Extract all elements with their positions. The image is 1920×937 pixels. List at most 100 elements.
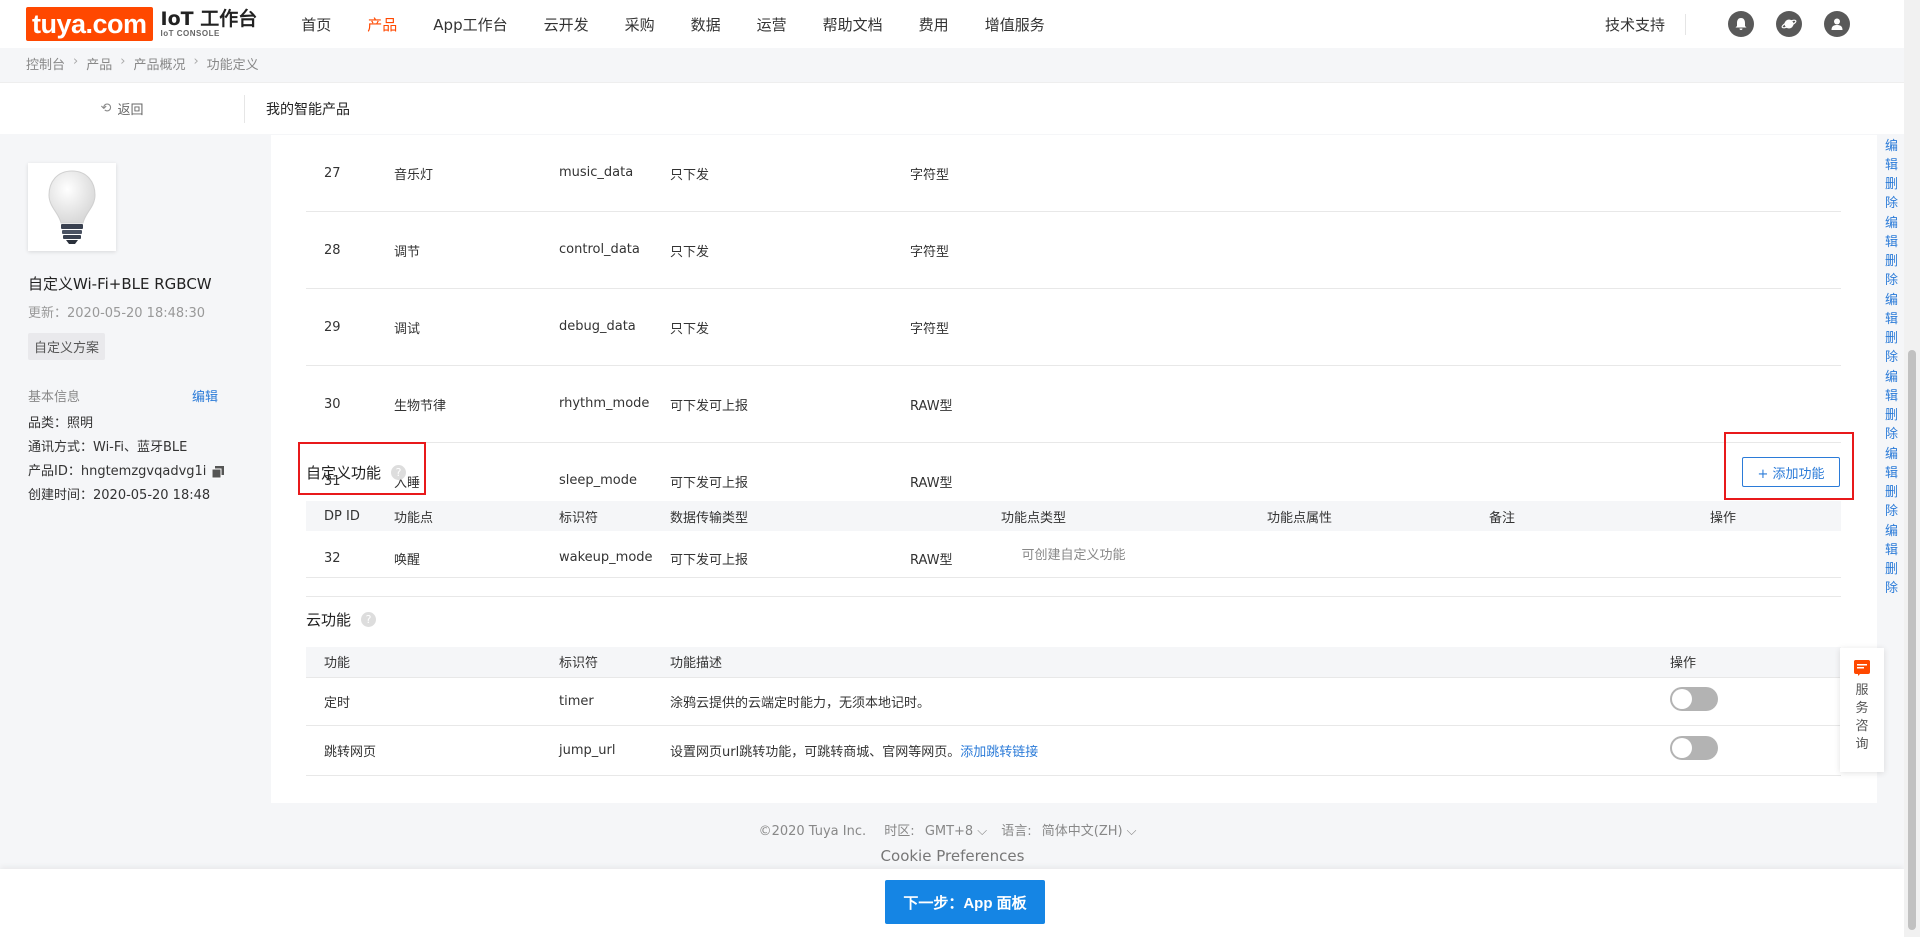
timezone-label: 时区: <box>884 824 915 839</box>
planet-icon[interactable] <box>1776 11 1802 37</box>
console-title: IoT 工作台 <box>160 8 258 30</box>
nav-item-5[interactable]: 数据 <box>691 14 721 35</box>
bottom-action-bar: 下一步：App 面板 <box>0 869 1904 937</box>
toggle-cell <box>1670 677 1841 725</box>
tuya-logo[interactable]: tuya.com IoT 工作台 IoT CONSOLE <box>26 7 257 41</box>
next-step-button[interactable]: 下一步：App 面板 <box>885 880 1045 924</box>
user-avatar-icon[interactable] <box>1824 11 1850 37</box>
delete-link[interactable]: 删除 <box>1885 562 1898 596</box>
chevron-down-icon: ⌵ <box>1126 824 1137 839</box>
protocol-info: 通讯方式：Wi-Fi、蓝牙BLE <box>28 440 188 455</box>
service-consult-label: 服务咨询 <box>1855 683 1869 752</box>
empty-hint: 可创建自定义功能 <box>306 531 1841 578</box>
cloud-function-name: 定时 <box>324 695 351 711</box>
delete-link[interactable]: 删除 <box>1885 254 1898 288</box>
chevron-right-icon: › <box>193 54 199 69</box>
column-header: 功能点 <box>394 510 434 526</box>
transfer-type-cell: 只下发 <box>670 244 710 260</box>
back-label: 返回 <box>117 103 144 118</box>
enable-toggle[interactable] <box>1670 736 1718 760</box>
language-select[interactable]: 简体中文(ZH) <box>1042 824 1123 839</box>
logo-mark: tuya.com <box>26 7 153 41</box>
service-consult-widget[interactable]: 服务咨询 <box>1840 648 1884 772</box>
data-type-cell: 字符型 <box>910 321 950 337</box>
add-jump-link[interactable]: 添加跳转链接 <box>960 745 1038 760</box>
edit-link[interactable]: 编辑 <box>1885 216 1898 250</box>
nav-item-4[interactable]: 采购 <box>625 14 655 35</box>
basic-info-label: 基本信息 <box>28 390 81 405</box>
back-button[interactable]: ⟲ 返回 <box>0 94 245 123</box>
column-header: 功能描述 <box>670 656 723 672</box>
nav-item-1[interactable]: 产品 <box>367 14 397 35</box>
column-header: 备注 <box>1489 510 1516 526</box>
chat-icon <box>1854 660 1870 676</box>
table-row: 30 生物节律 rhythm_mode 可下发可上报 RAW型 编辑删除 <box>306 366 1898 443</box>
page-title: 我的智能产品 <box>266 101 350 118</box>
custom-table-header: DP ID 功能点 标识符 数据传输类型 功能点类型 功能点属性 备注 操作 <box>306 501 1841 531</box>
identifier-cell: timer <box>559 693 594 709</box>
transfer-type-cell: 只下发 <box>670 321 710 337</box>
nav-item-2[interactable]: App工作台 <box>433 14 507 35</box>
product-sidebar: 自定义Wi-Fi+BLE RGBCW 更新：2020-05-20 18:48:3… <box>0 135 245 937</box>
help-icon[interactable]: ? <box>361 612 377 627</box>
breadcrumb: 控制台 › 产品 › 产品概况 › 功能定义 <box>26 54 259 73</box>
page-scrollbar[interactable] <box>1904 0 1920 937</box>
identifier-cell: debug_data <box>559 319 636 334</box>
breadcrumb-item: 功能定义 <box>206 58 259 73</box>
cloud-table-header: 功能 标识符 功能描述 操作 <box>306 647 1841 677</box>
column-header: 功能点属性 <box>1267 510 1333 526</box>
enable-toggle[interactable] <box>1670 687 1718 711</box>
nav-item-9[interactable]: 增值服务 <box>985 14 1045 35</box>
chevron-right-icon: › <box>73 54 79 69</box>
transfer-type-cell: 只下发 <box>670 167 710 183</box>
delete-link[interactable]: 删除 <box>1885 408 1898 442</box>
custom-functions-table: DP ID 功能点 标识符 数据传输类型 功能点类型 功能点属性 备注 操作 可创建自定义功能 <box>306 501 1841 578</box>
table-row: 28 调节 control_data 只下发 字符型 编辑删除 <box>306 212 1898 289</box>
copy-icon[interactable] <box>212 465 225 479</box>
edit-link[interactable]: 编辑 <box>1885 293 1898 327</box>
breadcrumb-item[interactable]: 产品 <box>86 54 112 73</box>
function-definition-panel: 27 音乐灯 music_data 只下发 字符型 编辑删除 28 调节 control_dat… <box>271 135 1898 803</box>
chevron-right-icon: › <box>120 54 126 69</box>
delete-link[interactable]: 删除 <box>1885 331 1898 365</box>
nav-item-6[interactable]: 运营 <box>757 14 787 35</box>
timezone-select[interactable]: GMT+8 <box>925 824 973 839</box>
dp-id-cell: 29 <box>324 319 341 335</box>
edit-link[interactable]: 编辑 <box>1885 139 1898 173</box>
identifier-cell: control_data <box>559 242 640 257</box>
page-subheader: ⟲ 返回 我的智能产品 <box>0 82 1904 134</box>
table-row: 29 调试 debug_data 只下发 字符型 编辑删除 <box>306 289 1898 366</box>
toggle-cell <box>1670 725 1841 775</box>
edit-basic-info-link[interactable]: 编辑 <box>192 386 218 405</box>
edit-link[interactable]: 编辑 <box>1885 370 1898 404</box>
breadcrumb-item[interactable]: 控制台 <box>26 54 65 73</box>
cookie-preferences-link[interactable]: Cookie Preferences <box>245 847 1660 865</box>
nav-item-0[interactable]: 首页 <box>301 14 331 35</box>
delete-link[interactable]: 删除 <box>1885 177 1898 211</box>
breadcrumb-item[interactable]: 产品概况 <box>133 54 185 73</box>
product-updated: 更新：2020-05-20 18:48:30 <box>28 306 206 321</box>
edit-link[interactable]: 编辑 <box>1885 524 1898 558</box>
function-name-cell: 调节 <box>394 244 421 260</box>
scrollbar-thumb[interactable] <box>1908 350 1916 930</box>
created-info: 创建时间：2020-05-20 18:48 <box>28 488 211 503</box>
chevron-down-icon: ⌵ <box>977 824 988 839</box>
identifier-cell: jump_url <box>559 742 616 758</box>
column-header: DP ID <box>324 508 360 524</box>
tech-support-link[interactable]: 技术支持 <box>1605 13 1686 35</box>
cloud-functions-header: 云功能 ? <box>306 609 377 630</box>
nav-item-3[interactable]: 云开发 <box>544 14 589 35</box>
function-name-cell: 调试 <box>394 321 421 337</box>
add-function-button[interactable]: + 添加功能 <box>1742 457 1840 487</box>
column-header: 标识符 <box>559 656 599 672</box>
transfer-type-cell: 可下发可上报 <box>670 398 749 414</box>
edit-link[interactable]: 编辑 <box>1885 447 1898 481</box>
bell-icon[interactable] <box>1728 11 1754 37</box>
top-navbar: tuya.com IoT 工作台 IoT CONSOLE 首页 产品 App工作台 云… <box>0 0 1904 48</box>
delete-link[interactable]: 删除 <box>1885 485 1898 519</box>
description-text: 设置网页url跳转功能，可跳转商城、官网等网页。 <box>670 744 961 760</box>
function-name-cell: 音乐灯 <box>394 167 434 183</box>
light-bulb-icon <box>48 170 96 244</box>
nav-item-7[interactable]: 帮助文档 <box>823 14 883 35</box>
nav-item-8[interactable]: 费用 <box>919 14 949 35</box>
